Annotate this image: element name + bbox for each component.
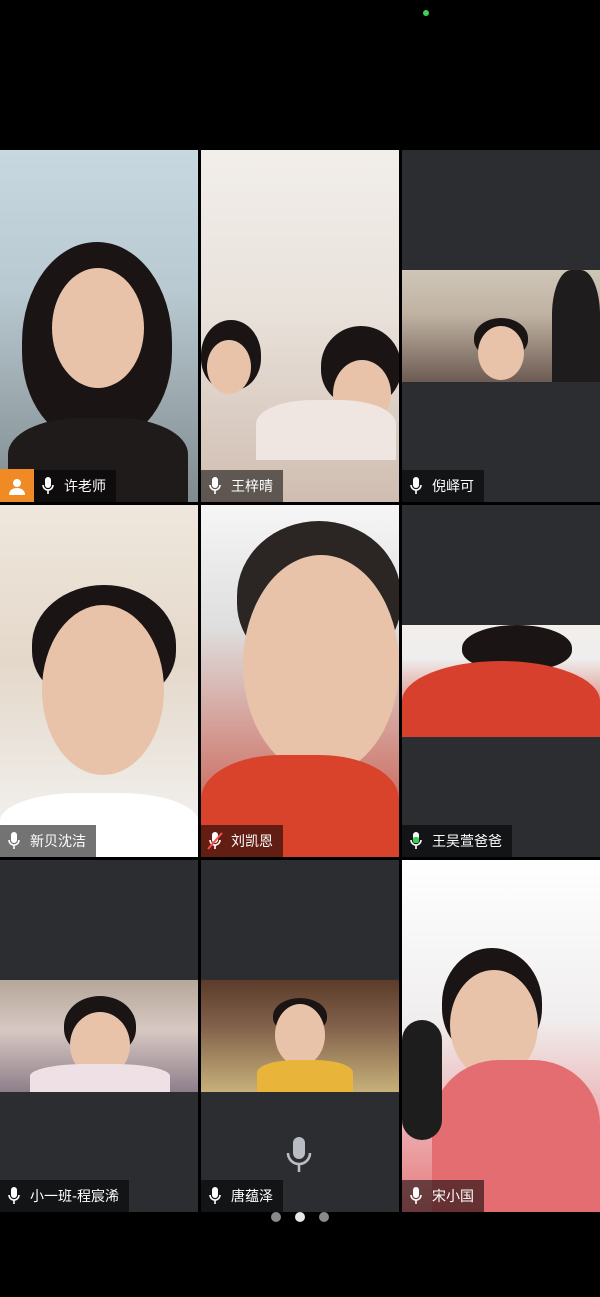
participant-tile-6[interactable]: 王吴萱爸爸 xyxy=(402,505,600,857)
participant-tile-1[interactable]: 许老师 xyxy=(0,150,198,502)
video-feed xyxy=(201,150,399,502)
participant-tile-2[interactable]: 王梓晴 xyxy=(201,150,399,502)
video-feed xyxy=(0,150,198,502)
participant-tile-7[interactable]: 小一班-程宸浠 xyxy=(0,860,198,1212)
participant-label: 宋小国 xyxy=(402,1180,484,1212)
status-indicator-dot xyxy=(423,10,429,16)
participant-name: 倪峄可 xyxy=(432,479,474,495)
participant-name: 王吴萱爸爸 xyxy=(432,834,502,850)
mic-icon xyxy=(402,470,430,502)
video-grid: 许老师 王梓晴 倪峄可 新贝沈洁 刘凯恩 王吴萱爸爸 小一班-程宸浠 唐蕴泽 宋… xyxy=(0,150,600,1212)
participant-tile-8[interactable]: 唐蕴泽 xyxy=(201,860,399,1212)
page-dot-1[interactable] xyxy=(271,1212,281,1222)
participant-label: 刘凯恩 xyxy=(201,825,283,857)
participant-tile-4[interactable]: 新贝沈洁 xyxy=(0,505,198,857)
participant-name: 新贝沈洁 xyxy=(30,834,86,850)
participant-tile-5[interactable]: 刘凯恩 xyxy=(201,505,399,857)
video-feed xyxy=(201,980,399,1092)
participant-label: 许老师 xyxy=(0,469,116,502)
mic-icon xyxy=(0,1180,28,1212)
participant-name: 唐蕴泽 xyxy=(231,1189,273,1205)
microphone-icon xyxy=(286,1136,312,1178)
video-feed xyxy=(402,625,600,737)
video-feed xyxy=(0,980,198,1092)
mic-icon xyxy=(34,470,62,502)
video-feed xyxy=(0,505,198,857)
video-feed xyxy=(201,505,399,857)
participant-name: 小一班-程宸浠 xyxy=(30,1189,120,1205)
page-dot-2[interactable] xyxy=(295,1212,305,1222)
video-feed xyxy=(402,860,600,1212)
participant-label: 倪峄可 xyxy=(402,470,484,502)
participant-label: 王吴萱爸爸 xyxy=(402,825,512,857)
participant-label: 新贝沈洁 xyxy=(0,825,96,857)
participant-name: 许老师 xyxy=(64,479,106,495)
mic-icon xyxy=(402,1180,430,1212)
host-avatar-icon xyxy=(0,469,34,502)
participant-name: 王梓晴 xyxy=(231,479,273,495)
page-dot-3[interactable] xyxy=(319,1212,329,1222)
mic-muted-icon xyxy=(201,825,229,857)
participant-name: 刘凯恩 xyxy=(231,834,273,850)
participant-tile-3[interactable]: 倪峄可 xyxy=(402,150,600,502)
participant-name: 宋小国 xyxy=(432,1189,474,1205)
video-feed xyxy=(402,270,600,382)
participant-tile-9[interactable]: 宋小国 xyxy=(402,860,600,1212)
page-indicator[interactable] xyxy=(0,1212,600,1224)
participant-label: 小一班-程宸浠 xyxy=(0,1180,130,1212)
participant-label: 唐蕴泽 xyxy=(201,1180,283,1212)
mic-speaking-icon xyxy=(402,825,430,857)
mic-icon xyxy=(0,825,28,857)
mic-icon xyxy=(201,1180,229,1212)
participant-label: 王梓晴 xyxy=(201,470,283,502)
mic-icon xyxy=(201,470,229,502)
